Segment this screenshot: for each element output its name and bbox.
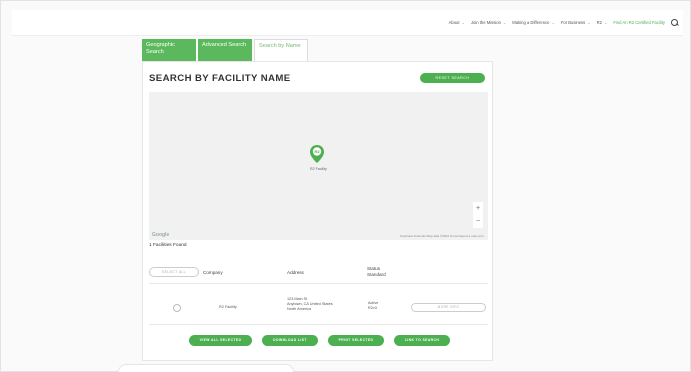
- chevron-down-icon: ⌄: [461, 20, 465, 25]
- column-status-standard: Status Standard: [367, 266, 386, 277]
- top-navigation: About ⌄ Join the Mission ⌄ Making a Differ…: [12, 10, 683, 36]
- nav-join-the-mission[interactable]: Join the Mission ⌄: [471, 20, 506, 25]
- tab-advanced-search[interactable]: Advanced Search: [198, 39, 252, 62]
- table-row: R2 Facility 123 Main St Anytown, CA Unit…: [149, 291, 488, 325]
- chevron-down-icon: ⌄: [603, 20, 608, 25]
- map-attribution[interactable]: Keyboard shortcuts Map data ©2023 Terms …: [400, 234, 484, 238]
- row-select-radio[interactable]: [173, 304, 181, 312]
- nav-find-label: Find An R2 Certified Facility: [613, 20, 665, 25]
- nav-find-facility[interactable]: Find An R2 Certified Facility: [613, 20, 665, 25]
- footer-edge: [118, 364, 294, 372]
- search-tabs: Geographic Search Advanced Search Search…: [142, 39, 308, 62]
- select-all-button[interactable]: SELECT ALL: [149, 267, 199, 277]
- facility-map[interactable]: R2 R2 Facility + − Google Keyboard short…: [149, 92, 488, 240]
- row-address: 123 Main St Anytown, CA United States No…: [287, 297, 333, 312]
- results-count: 1 Facilities Found: [149, 243, 187, 248]
- google-logo: Google: [152, 232, 170, 238]
- nav-about[interactable]: About ⌄: [449, 20, 465, 25]
- nav-join-label: Join the Mission: [470, 20, 501, 25]
- nav-making-label: Making a Difference: [512, 20, 550, 25]
- chevron-down-icon: ⌄: [502, 20, 507, 25]
- address-line: North America: [287, 307, 312, 311]
- row-company: R2 Facility: [219, 305, 237, 309]
- marker-text: R2: [314, 149, 320, 154]
- more-info-button[interactable]: MORE INFO: [411, 303, 486, 312]
- nav-about-label: About: [448, 20, 460, 25]
- zoom-controls: + −: [473, 202, 483, 228]
- link-to-search-button[interactable]: LINK TO SEARCH: [394, 335, 450, 346]
- page-title: SEARCH BY FACILITY NAME: [149, 73, 291, 84]
- column-company: Company: [203, 270, 223, 275]
- nav-for-business[interactable]: For Business ⌄: [561, 20, 591, 25]
- nav-r2[interactable]: R2 ⌄: [597, 20, 608, 25]
- nav-making-a-difference[interactable]: Making a Difference ⌄: [512, 20, 555, 25]
- map-marker-icon[interactable]: R2: [310, 145, 324, 163]
- chevron-down-icon: ⌄: [551, 20, 555, 25]
- reset-search-button[interactable]: RESET SEARCH: [420, 73, 485, 83]
- column-address: Address: [287, 270, 304, 275]
- tab-search-by-name[interactable]: Search by Name: [254, 39, 308, 62]
- search-icon[interactable]: [671, 18, 679, 27]
- search-panel: SEARCH BY FACILITY NAME RESET SEARCH R2 …: [142, 61, 493, 361]
- marker-label: R2 Facility: [310, 167, 327, 171]
- download-list-button[interactable]: DOWNLOAD LIST: [262, 335, 318, 346]
- table-header: SELECT ALL Company Address Status Standa…: [149, 261, 488, 284]
- print-selected-button[interactable]: PRINT SELECTED: [328, 335, 384, 346]
- chevron-down-icon: ⌄: [587, 20, 591, 25]
- nav-business-label: For Business: [560, 20, 586, 25]
- zoom-out-button[interactable]: −: [473, 215, 483, 228]
- tab-geographic-search[interactable]: Geographic Search: [142, 39, 196, 62]
- row-status: Active R2v3: [368, 301, 378, 311]
- action-buttons: VIEW ALL SELECTED DOWNLOAD LIST PRINT SE…: [189, 335, 450, 346]
- zoom-in-button[interactable]: +: [473, 202, 483, 215]
- standard-line: R2v3: [368, 306, 377, 310]
- view-all-selected-button[interactable]: VIEW ALL SELECTED: [189, 335, 252, 346]
- nav-r2-label: R2: [596, 20, 602, 25]
